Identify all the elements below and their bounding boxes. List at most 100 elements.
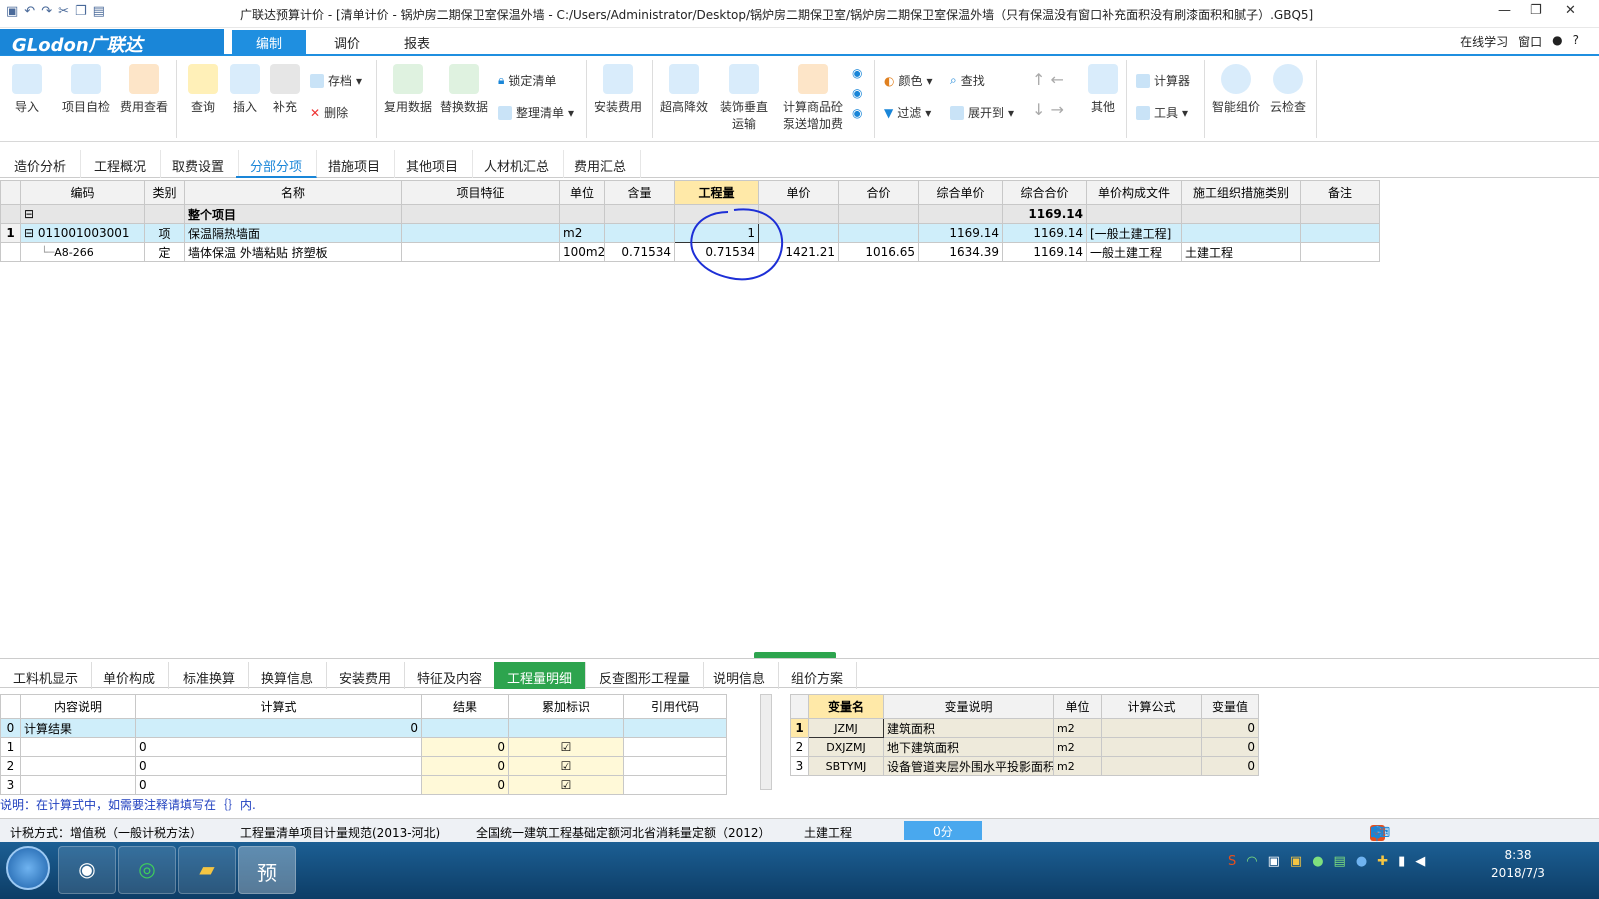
project-check-button[interactable]: 项目自检 [62, 64, 110, 115]
vertical-transport-button[interactable]: 装饰垂直运输 [720, 64, 768, 132]
organize-list-button[interactable]: 整理清单 ▾ [498, 104, 574, 121]
move-down-icon[interactable]: ↓ → [1032, 100, 1064, 119]
col-feature[interactable]: 项目特征 [401, 180, 560, 205]
formwork-icon[interactable]: ◉ [852, 106, 862, 120]
wifi-icon[interactable]: ◠ [1246, 854, 1257, 869]
tab-reverse-lookup[interactable]: 反查图形工程量 [586, 662, 705, 689]
smart-pricing-button[interactable]: 智能组价 [1212, 64, 1260, 115]
tab-conversion-info[interactable]: 换算信息 [248, 662, 328, 689]
col-sum[interactable]: 合价 [838, 180, 919, 205]
tab-install-fee[interactable]: 安装费用 [326, 662, 406, 689]
table-row[interactable]: 1 JZMJ 建筑面积 m2 0 [790, 718, 1259, 738]
tray-sogou-icon[interactable]: S [1228, 854, 1236, 869]
tab-fee-settings[interactable]: 取费设置 [158, 150, 240, 178]
menu-tab-edit[interactable]: 编制 [232, 30, 307, 54]
settings-icon[interactable]: ⚙ [1370, 825, 1383, 841]
tray-app3-icon[interactable]: ● [1312, 854, 1323, 869]
height-reduction-button[interactable]: 超高降效 [660, 64, 708, 115]
calculator-button[interactable]: 计算器 [1136, 72, 1190, 89]
move-up-icon[interactable]: ↑ ← [1032, 70, 1064, 89]
tray-app-icon[interactable]: ▣ [1268, 854, 1280, 869]
col-code[interactable]: 编码 [20, 180, 145, 205]
col-note[interactable]: 备注 [1300, 180, 1380, 205]
col-var-desc[interactable]: 变量说明 [883, 694, 1054, 719]
tab-other-items[interactable]: 其他项目 [392, 150, 474, 178]
tab-quantity-detail[interactable]: 工程量明细 [494, 662, 587, 689]
col-var-unit[interactable]: 单位 [1053, 694, 1102, 719]
steel-icon[interactable]: ◉ [852, 86, 862, 100]
online-learning-link[interactable]: 在线学习 [1460, 33, 1508, 50]
tab-cost-analysis[interactable]: 造价分析 [0, 150, 82, 178]
reuse-data-button[interactable]: 复用数据 [384, 64, 432, 115]
collapse-toggle[interactable]: ⊟ [20, 204, 145, 224]
fee-view-button[interactable]: 费用查看 [120, 64, 168, 115]
restore-icon[interactable]: ❐ [1530, 3, 1542, 18]
tab-project-overview[interactable]: 工程概况 [80, 150, 162, 178]
col-var-formula[interactable]: 计算公式 [1101, 694, 1202, 719]
tab-feature-content[interactable]: 特征及内容 [404, 662, 497, 689]
col-unit-total[interactable]: 综合单价 [918, 180, 1003, 205]
tray-app4-icon[interactable]: ▤ [1334, 854, 1346, 869]
col-result[interactable]: 结果 [421, 694, 509, 719]
delete-button[interactable]: ✕ 删除 [310, 104, 348, 121]
paste-icon[interactable]: ▤ [93, 4, 105, 19]
taskbar-app[interactable]: 预 [238, 846, 296, 894]
filter-button[interactable]: ▼ 过滤 ▾ [884, 104, 931, 121]
detail-scrollbar[interactable] [760, 694, 772, 790]
tab-measures[interactable]: 措施项目 [314, 150, 396, 178]
taskbar-browser-icon[interactable]: ◉ [58, 846, 116, 894]
taskbar-ie-icon[interactable]: ◎ [118, 846, 176, 894]
tab-price-composition[interactable]: 单价构成 [90, 662, 170, 689]
table-row[interactable]: 1 0 0 ☑ [0, 737, 727, 757]
tab-fee-summary[interactable]: 费用汇总 [560, 150, 642, 178]
table-row[interactable]: 0 计算结果 0 [0, 718, 727, 738]
insert-button[interactable]: 插入 [230, 64, 260, 115]
find-button[interactable]: ⌕ 查找 [950, 72, 985, 89]
accumulate-checkbox[interactable]: ☑ [508, 737, 624, 757]
minimize-icon[interactable]: — [1498, 3, 1511, 18]
close-icon[interactable]: ✕ [1565, 3, 1576, 18]
expand-to-button[interactable]: 展开到 ▾ [950, 104, 1014, 121]
col-total[interactable]: 综合合价 [1002, 180, 1087, 205]
accumulate-checkbox[interactable]: ☑ [508, 756, 624, 776]
tab-labor-display[interactable]: 工料机显示 [0, 662, 93, 689]
menu-tab-report[interactable]: 报表 [380, 30, 454, 54]
start-button[interactable] [6, 846, 50, 890]
color-button[interactable]: ◐ 颜色 ▾ [884, 72, 933, 89]
tab-std-conversion[interactable]: 标准换算 [170, 662, 250, 689]
lock-list-button[interactable]: 🔒︎ 锁定清单 [498, 72, 556, 89]
install-fee-button[interactable]: 安装费用 [594, 64, 642, 115]
window-menu[interactable]: 窗口 [1518, 33, 1542, 50]
col-quantity[interactable]: 工程量 [674, 180, 759, 205]
copy-icon[interactable]: ❐ [75, 4, 87, 19]
table-row[interactable]: 3 0 0 ☑ [0, 775, 727, 795]
other-button[interactable]: 其他 [1088, 64, 1118, 115]
undo-icon[interactable]: ↶ [24, 4, 35, 19]
cut-icon[interactable]: ✂ [58, 4, 69, 19]
tools-button[interactable]: 工具 ▾ [1136, 104, 1188, 121]
menu-tab-adjust[interactable]: 调价 [310, 30, 384, 54]
col-category[interactable]: 施工组织措施类别 [1181, 180, 1301, 205]
table-row[interactable]: 3 SBTYMJ 设备管道夹层外围水平投影面积 m2 0 [790, 756, 1259, 776]
help-icon[interactable]: ? [1573, 33, 1579, 50]
tray-app5-icon[interactable]: ● [1356, 854, 1367, 869]
query-button[interactable]: 查询 [188, 64, 218, 115]
volume-icon[interactable]: ◀ [1415, 854, 1425, 869]
clock[interactable]: 8:38 2018/7/3 [1478, 846, 1558, 882]
col-var-value[interactable]: 变量值 [1201, 694, 1259, 719]
col-content[interactable]: 含量 [604, 180, 675, 205]
table-row[interactable]: 2 DXJZMJ 地下建筑面积 m2 0 [790, 737, 1259, 757]
import-button[interactable]: 导入 [12, 64, 42, 115]
col-type[interactable]: 类别 [144, 180, 185, 205]
col-price[interactable]: 单价 [758, 180, 839, 205]
redo-icon[interactable]: ↷ [41, 4, 52, 19]
tray-app6-icon[interactable]: ✚ [1377, 854, 1388, 869]
col-desc[interactable]: 内容说明 [20, 694, 136, 719]
cloud-check-button[interactable]: 云检查 [1270, 64, 1306, 115]
status-score[interactable]: 0分 [904, 821, 982, 840]
col-name[interactable]: 名称 [184, 180, 402, 205]
tab-description[interactable]: 说明信息 [700, 662, 780, 689]
tab-labor-material[interactable]: 人材机汇总 [470, 150, 565, 178]
archive-button[interactable]: 存档 ▾ [310, 72, 362, 89]
signal-icon[interactable]: ▮ [1398, 854, 1405, 869]
